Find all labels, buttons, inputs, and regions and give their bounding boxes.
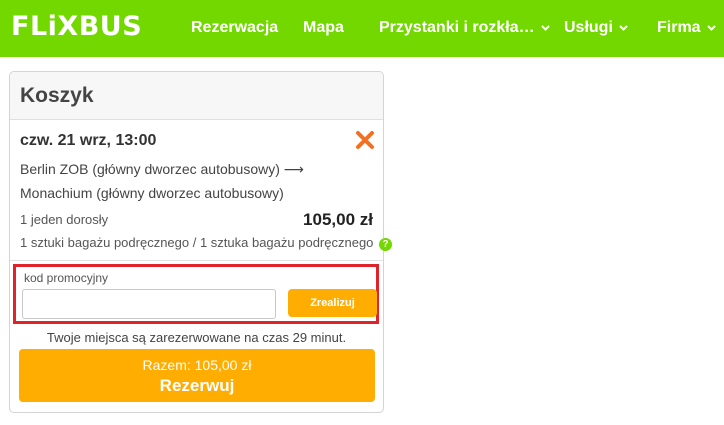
- redeem-button[interactable]: Zrealizuj: [288, 289, 377, 317]
- cart-panel: Koszyk czw. 21 wrz, 13:00 Berlin ZOB (gł…: [9, 71, 393, 413]
- nav-uslugi-label: Usługi: [564, 19, 613, 36]
- trip-date: czw. 21 wrz, 13:00: [20, 132, 157, 149]
- question-mark-icon[interactable]: ?: [379, 238, 393, 251]
- nav-rezerwacja-label: Rezerwacja: [191, 19, 279, 36]
- chevron-down-icon: [540, 25, 550, 31]
- trip-price: 105,00 zł: [303, 210, 373, 229]
- nav-uslugi[interactable]: Usługi: [564, 18, 628, 38]
- nav-przystanki[interactable]: Przystanki i rozkła…: [379, 18, 550, 38]
- nav-firma[interactable]: Firma: [657, 18, 716, 38]
- trip-route: Berlin ZOB (główny dworzec autobusowy) ⟶…: [20, 161, 304, 201]
- reserve-button[interactable]: Razem: 105,00 zł Rezerwuj: [19, 349, 375, 402]
- baggage-info: 1 sztuki bagażu podręcznego / 1 sztuka b…: [20, 234, 393, 252]
- passenger-count: 1 jeden dorosły: [20, 212, 109, 227]
- chevron-down-icon: [706, 25, 716, 31]
- nav-firma-label: Firma: [657, 19, 701, 36]
- promo-code-label: kod promocyjny: [24, 271, 109, 285]
- baggage-text: 1 sztuki bagażu podręcznego / 1 sztuka b…: [20, 235, 374, 250]
- divider: [10, 260, 383, 261]
- nav-przystanki-label: Przystanki i rozkła…: [379, 19, 535, 36]
- cart-title: Koszyk: [20, 84, 94, 107]
- remove-trip-icon[interactable]: [355, 130, 375, 150]
- cart-header: Koszyk: [10, 72, 383, 120]
- reserve-button-label: Rezerwuj: [159, 376, 235, 395]
- top-navbar: FLiXBUS Rezerwacja Mapa Przystanki i roz…: [0, 0, 724, 57]
- nav-rezerwacja[interactable]: Rezerwacja: [191, 18, 278, 38]
- flixbus-logo[interactable]: FLiXBUS: [11, 12, 142, 42]
- nav-mapa-label: Mapa: [303, 19, 344, 36]
- promo-code-section: kod promocyjny Zrealizuj: [13, 264, 379, 324]
- nav-mapa[interactable]: Mapa: [303, 18, 344, 38]
- chevron-down-icon: [619, 25, 628, 31]
- close-x-icon: [356, 131, 374, 149]
- total-price: Razem: 105,00 zł: [142, 357, 252, 373]
- promo-code-input[interactable]: [22, 289, 276, 319]
- reservation-timer-note: Twoje miejsca są zarezerwowane na czas 2…: [46, 330, 347, 345]
